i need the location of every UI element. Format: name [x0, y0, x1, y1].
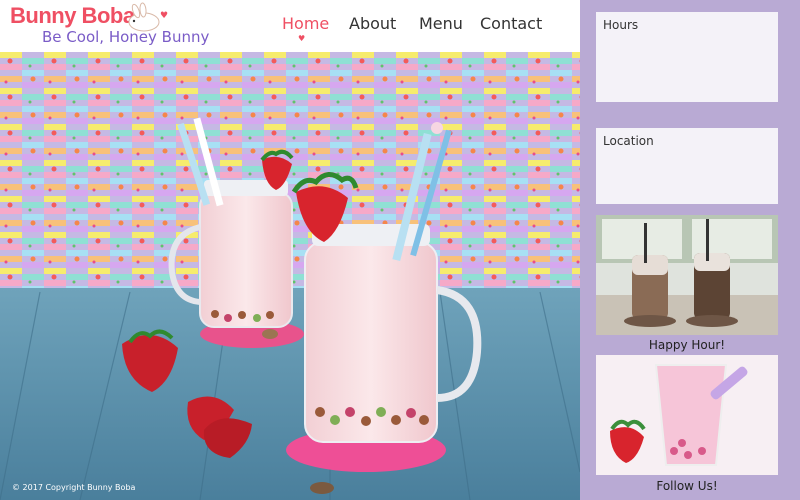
location-card[interactable]: Location [596, 128, 778, 204]
nav-about[interactable]: About [349, 14, 396, 33]
logo-title[interactable]: Bunny Boba [10, 3, 135, 29]
happy-hour-photo[interactable] [596, 215, 778, 335]
sidebar: Hours Location Happy Hour! Follow Us! [580, 0, 800, 500]
hero-image: © 2017 Copyright Bunny Boba [0, 52, 580, 500]
hours-title: Hours [603, 18, 639, 32]
logo-tagline: Be Cool, Honey Bunny [42, 28, 210, 46]
hours-card[interactable]: Hours [596, 12, 778, 102]
nav-home[interactable]: Home [282, 14, 329, 33]
nav-contact[interactable]: Contact [480, 14, 542, 33]
follow-us-caption[interactable]: Follow Us! [596, 479, 778, 493]
happy-hour-caption: Happy Hour! [648, 338, 726, 352]
svg-text:♥: ♥ [160, 11, 168, 21]
nav-menu[interactable]: Menu [419, 14, 463, 33]
active-heart-icon: ♥ [298, 34, 306, 43]
site-header: Bunny Boba ♥ Be Cool, Honey Bunny Home ♥… [0, 0, 580, 52]
copyright-text: © 2017 Copyright Bunny Boba [12, 483, 136, 492]
follow-us-photo[interactable] [596, 355, 778, 475]
location-title: Location [603, 134, 654, 148]
